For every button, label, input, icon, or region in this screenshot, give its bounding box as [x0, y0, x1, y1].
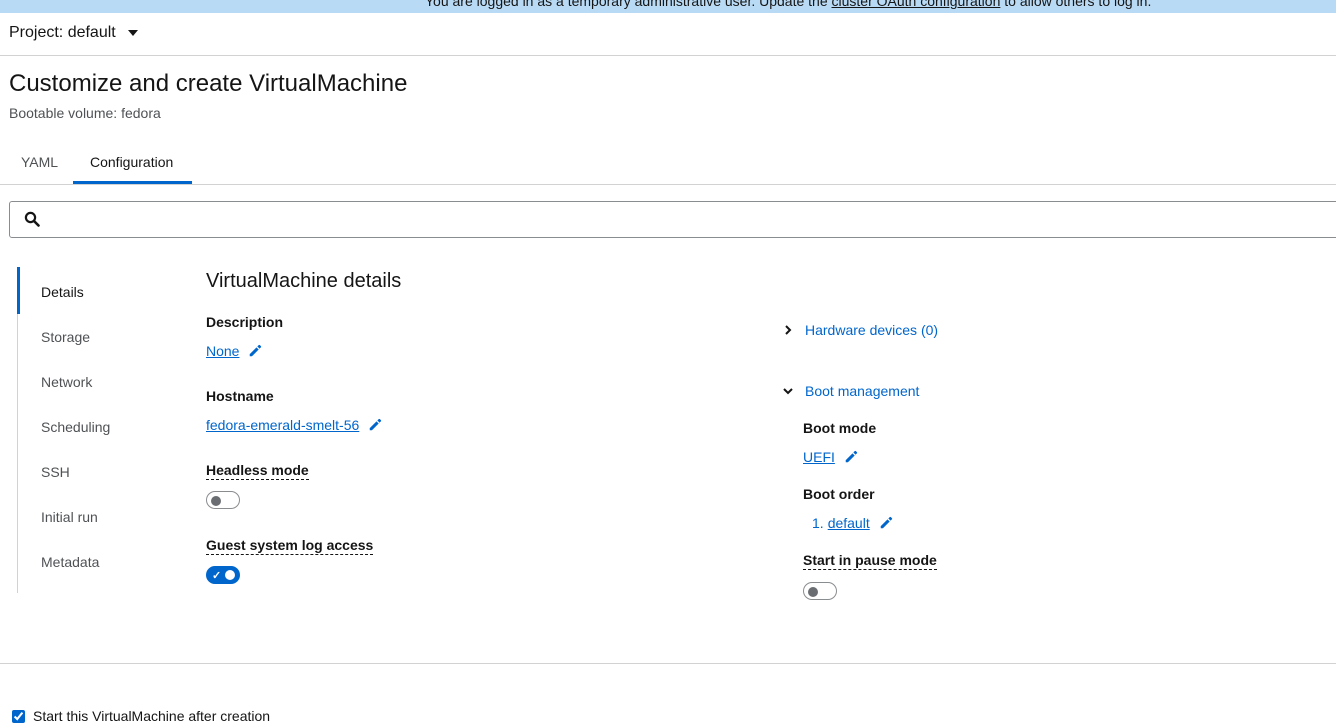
jump-active-indicator	[17, 267, 20, 314]
hardware-devices-expander[interactable]: Hardware devices (0)	[783, 322, 938, 338]
project-label: Project: default	[9, 24, 116, 41]
description-value-row: None	[206, 343, 262, 359]
boot-mode-label: Boot mode	[803, 420, 877, 436]
pencil-icon[interactable]	[844, 450, 858, 464]
banner-text: You are logged in as a temporary adminis…	[425, 0, 1151, 9]
jump-link-network[interactable]: Network	[41, 374, 92, 390]
hostname-value-row: fedora-emerald-smelt-56	[206, 417, 382, 433]
boot-order-item: 1. default	[812, 515, 893, 531]
headless-mode-label: Headless mode	[206, 462, 309, 480]
info-banner: You are logged in as a temporary adminis…	[0, 0, 1336, 13]
tab-bar: YAML Configuration	[0, 140, 1336, 185]
jump-link-metadata[interactable]: Metadata	[41, 554, 99, 570]
boot-order-link[interactable]: default	[828, 515, 870, 531]
description-link[interactable]: None	[206, 343, 239, 359]
boot-order-number: 1.	[812, 515, 824, 531]
page-subtitle: Bootable volume: fedora	[9, 105, 161, 121]
pencil-icon[interactable]	[879, 516, 893, 530]
tab-configuration[interactable]: Configuration	[90, 154, 173, 170]
chevron-right-icon	[785, 325, 792, 335]
tab-yaml[interactable]: YAML	[21, 154, 58, 170]
boot-management-label: Boot management	[805, 383, 920, 399]
project-dropdown[interactable]: Project: default	[9, 24, 138, 42]
chevron-down-icon	[783, 388, 793, 395]
section-title: VirtualMachine details	[206, 270, 402, 292]
start-after-creation-checkbox[interactable]	[12, 709, 25, 723]
check-icon: ✓	[212, 570, 222, 582]
banner-text-before: You are logged in as a temporary adminis…	[425, 0, 832, 9]
boot-management-expander[interactable]: Boot management	[783, 383, 919, 399]
guest-log-label: Guest system log access	[206, 537, 374, 555]
pencil-icon[interactable]	[248, 344, 262, 358]
headless-mode-toggle[interactable]	[206, 491, 240, 509]
jump-links-nav: Details Storage Network Scheduling SSH I…	[17, 267, 168, 593]
guest-log-toggle[interactable]: ✓	[206, 566, 240, 584]
toggle-knob	[808, 587, 818, 597]
toggle-knob	[211, 496, 221, 506]
search-icon	[24, 211, 40, 227]
jump-link-storage[interactable]: Storage	[41, 329, 90, 345]
hardware-devices-label: Hardware devices (0)	[805, 322, 939, 338]
page-title: Customize and create VirtualMachine	[9, 70, 408, 97]
pause-mode-toggle[interactable]	[803, 582, 837, 600]
start-after-creation-row: Start this VirtualMachine after creation	[12, 708, 270, 724]
hostname-link[interactable]: fedora-emerald-smelt-56	[206, 417, 359, 433]
jump-link-initial-run[interactable]: Initial run	[41, 509, 98, 525]
boot-mode-link[interactable]: UEFI	[803, 449, 835, 465]
hostname-label: Hostname	[206, 388, 274, 404]
boot-mode-value-row: UEFI	[803, 449, 858, 465]
boot-order-label: Boot order	[803, 486, 875, 502]
jump-link-scheduling[interactable]: Scheduling	[41, 419, 110, 435]
jump-link-details[interactable]: Details	[41, 284, 84, 300]
caret-down-icon	[127, 30, 138, 36]
start-after-creation-label: Start this VirtualMachine after creation	[33, 708, 271, 724]
banner-text-after: to allow others to log in.	[1000, 0, 1152, 9]
project-bar: Project: default	[0, 13, 1336, 56]
pause-mode-label: Start in pause mode	[803, 552, 937, 570]
active-tab-indicator	[73, 181, 192, 184]
jump-link-ssh[interactable]: SSH	[41, 464, 70, 480]
pencil-icon[interactable]	[368, 418, 382, 432]
search-input[interactable]	[50, 208, 1254, 232]
oauth-config-link[interactable]: cluster OAuth configuration	[832, 0, 1001, 9]
description-label: Description	[206, 314, 284, 330]
toggle-knob	[225, 570, 235, 580]
footer-divider	[0, 663, 1336, 664]
search-box	[9, 201, 1336, 238]
